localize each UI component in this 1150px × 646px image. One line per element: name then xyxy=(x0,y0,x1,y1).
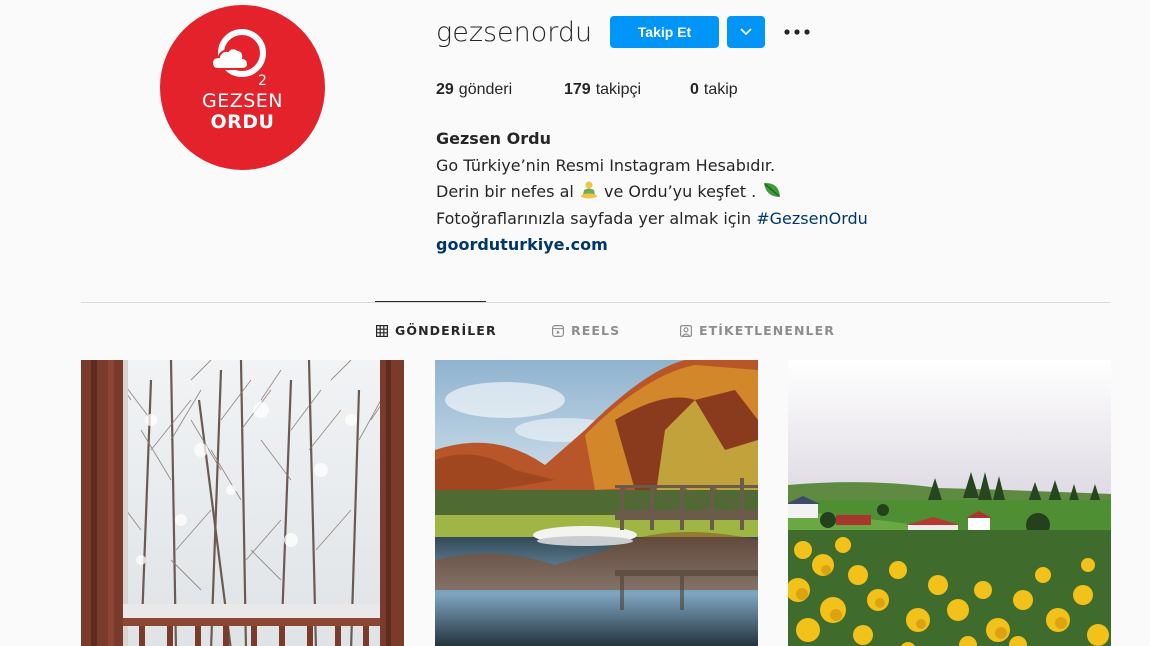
avatar-brand-subtext: ORDU xyxy=(210,111,275,133)
bio-line-1: Go Türkiye’nin Resmi Instagram Hesabıdır… xyxy=(436,155,776,175)
bio-line-3-text: Fotoğraflarınızla sayfada yer almak için xyxy=(436,208,752,228)
bio-hashtag-link[interactable]: #GezsenOrdu xyxy=(756,209,868,228)
followers-label: takipçi xyxy=(595,81,642,98)
profile-stats: 29 gönderi 179 takipçi 0 takip xyxy=(436,81,738,99)
tab-reels-label: REELS xyxy=(571,323,621,338)
post-image-autumn-lake xyxy=(435,360,758,646)
tab-reels[interactable]: REELS xyxy=(552,323,620,338)
tabs-divider xyxy=(81,302,1110,303)
meditation-emoji-icon xyxy=(580,181,597,199)
grid-icon xyxy=(376,324,388,337)
tab-posts-label: GÖNDERİLER xyxy=(395,323,497,338)
tab-tagged-label: ETİKETLENENLER xyxy=(699,323,835,338)
profile-bio: Gezsen Ordu Go Türkiye’nin Resmi Instagr… xyxy=(436,126,868,259)
bio-line-2-end: ve Ordu’yu keşfet . xyxy=(604,182,757,201)
more-options-button[interactable] xyxy=(782,20,812,44)
reels-icon xyxy=(552,324,564,337)
followers-stat[interactable]: 179 takipçi xyxy=(564,81,690,99)
post-thumbnail[interactable] xyxy=(788,360,1111,646)
active-tab-indicator xyxy=(375,301,486,302)
profile-username: gezsenordu xyxy=(436,17,593,48)
post-image-highland-flowers xyxy=(788,360,1111,646)
bio-line-3: Fotoğraflarınızla sayfada yer almak için… xyxy=(436,206,868,233)
posts-count: 29 xyxy=(436,81,454,98)
svg-text:2: 2 xyxy=(258,73,267,87)
profile-full-name: Gezsen Ordu xyxy=(436,129,551,148)
following-stat[interactable]: 0 takip xyxy=(690,81,738,99)
o2-cloud-logo-icon: 2 xyxy=(210,29,267,87)
suggested-dropdown-button[interactable] xyxy=(727,16,765,48)
tab-tagged[interactable]: ETİKETLENENLER xyxy=(680,323,835,338)
post-image-snowy-forest xyxy=(81,360,404,646)
post-thumbnail[interactable] xyxy=(81,360,404,646)
chevron-down-icon xyxy=(740,28,752,36)
following-label: takip xyxy=(703,81,738,98)
tab-posts[interactable]: GÖNDERİLER xyxy=(376,323,497,338)
leaf-emoji-icon xyxy=(764,182,781,197)
more-dots-icon xyxy=(784,29,810,35)
tagged-icon xyxy=(680,324,692,337)
bio-line-2-start: Derin bir nefes al xyxy=(436,182,574,201)
follow-button[interactable]: Takip Et xyxy=(610,16,719,48)
posts-label: gönderi xyxy=(458,81,513,98)
following-count: 0 xyxy=(690,81,699,98)
followers-count: 179 xyxy=(564,81,591,98)
avatar-brand-text: GEZSEN xyxy=(201,90,284,112)
profile-website-link[interactable]: goorduturkiye.com xyxy=(436,232,868,259)
bio-line-2: Derin bir nefes al ve Ordu’yu keşfet . xyxy=(436,179,868,206)
post-thumbnail[interactable] xyxy=(435,360,758,646)
profile-avatar[interactable]: 2 GEZSEN ORDU xyxy=(160,5,325,170)
posts-count-stat: 29 gönderi xyxy=(436,81,564,99)
